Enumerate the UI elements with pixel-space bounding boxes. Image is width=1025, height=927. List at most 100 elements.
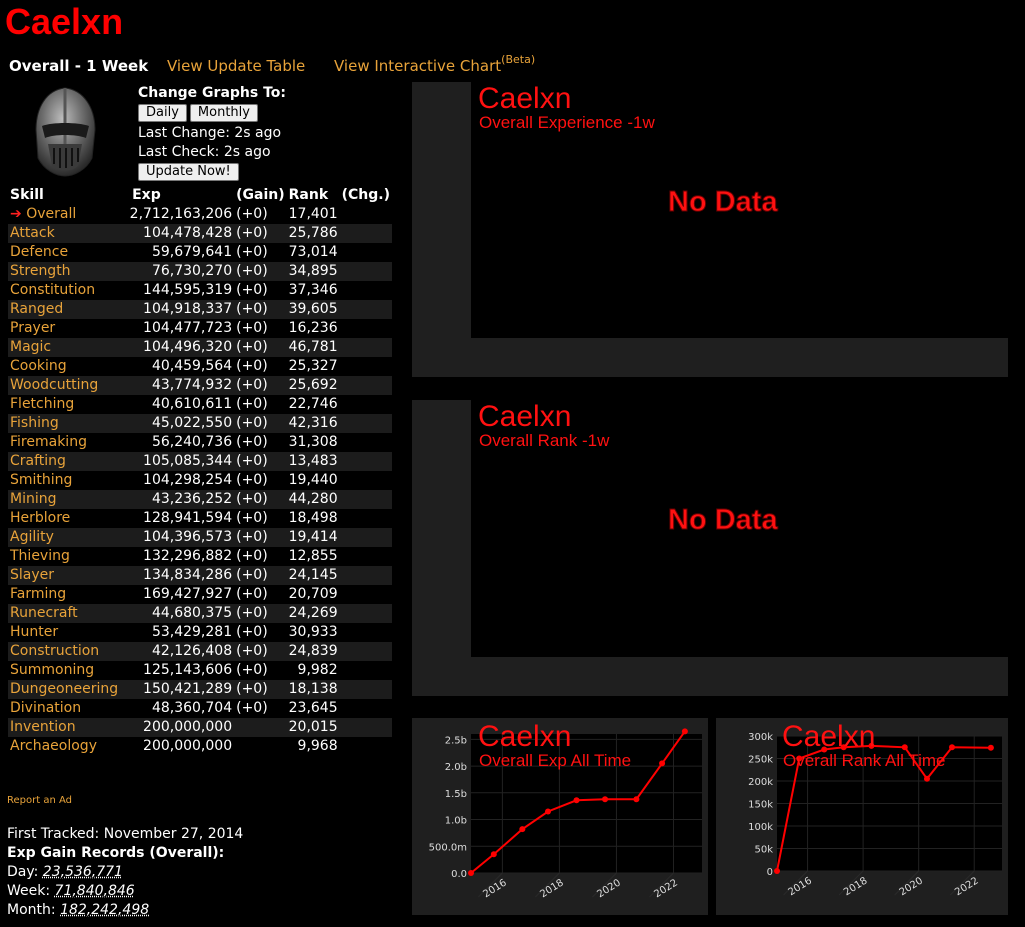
monthly-button[interactable]: Monthly [189, 104, 258, 122]
y-tick-label: 2.0b [445, 762, 467, 773]
week-record[interactable]: 71,840,846 [55, 883, 135, 899]
skills-table: Skill Exp (Gain) Rank (Chg.) ➔ Overall 2,… [8, 186, 393, 756]
skill-name-cell[interactable]: Crafting [8, 452, 121, 471]
skill-link[interactable]: Ranged [10, 301, 63, 317]
skill-name-cell[interactable]: Ranged [8, 300, 121, 319]
table-row: Slayer 134,834,286 (+0) 24,145 [8, 566, 393, 585]
skill-link[interactable]: Summoning [10, 662, 94, 678]
skill-name-cell[interactable]: Summoning [8, 661, 120, 680]
exp-cell: 40,459,564 [151, 358, 233, 374]
skill-link[interactable]: Divination [10, 700, 81, 716]
skill-link[interactable]: Strength [10, 263, 71, 279]
skill-link[interactable]: Firemaking [10, 434, 87, 450]
skill-link[interactable]: Constitution [10, 282, 95, 298]
skill-link[interactable]: Attack [10, 225, 55, 241]
skill-link[interactable]: Slayer [10, 567, 54, 583]
skill-link[interactable]: Crafting [10, 453, 66, 469]
skill-name-cell[interactable]: Smithing [8, 471, 120, 490]
skill-name-cell[interactable]: Dungeoneering [8, 680, 121, 699]
day-record[interactable]: 23,536,771 [43, 864, 123, 880]
skill-name-cell[interactable]: Magic [8, 338, 121, 357]
gain-cell: (+0) [236, 548, 268, 564]
skill-link[interactable]: Agility [10, 529, 54, 545]
rank-alltime-chart: 050k100k150k200k250k300k2016 2018 2020 2022… [748, 720, 1002, 898]
skill-name-cell[interactable]: Agility [8, 528, 121, 547]
skill-link[interactable]: Smithing [10, 472, 72, 488]
table-row: Fletching 40,610,611 (+0) 22,746 [8, 395, 392, 414]
skill-name-cell[interactable]: Constitution [8, 281, 120, 300]
skill-link[interactable]: Herblore [10, 510, 70, 526]
exp-cell: 128,941,594 [143, 510, 233, 526]
y-tick-label: 500.0m [429, 842, 467, 853]
rank-cell: 24,145 [286, 566, 340, 585]
view-update-table-link[interactable]: View Update Table [167, 57, 305, 75]
skill-name-cell[interactable]: Archaeology [8, 737, 120, 756]
exp-cell: 200,000,000 [120, 718, 235, 737]
skill-name-cell[interactable]: Thieving [8, 547, 120, 566]
skill-name-cell[interactable]: ➔ Overall [8, 205, 120, 224]
skill-link[interactable]: Fletching [10, 396, 74, 412]
report-ad-link[interactable]: Report an Ad [7, 795, 72, 806]
change-graphs-heading: Change Graphs To: [138, 85, 286, 101]
exp-cell: 132,296,882 [143, 548, 233, 564]
table-row: Divination 48,360,704 (+0) 23,645 [8, 699, 392, 718]
y-tick-label: 0.0 [451, 869, 467, 880]
skill-name-cell[interactable]: Herblore [8, 509, 120, 528]
rank-cell: 19,414 [286, 528, 340, 547]
data-point [573, 797, 580, 804]
table-row: Attack 104,478,428 (+0) 25,786 [8, 224, 393, 243]
skill-link[interactable]: Farming [10, 586, 66, 602]
y-tick-label: 2.5b [445, 735, 467, 746]
skill-link[interactable]: Defence [10, 244, 68, 260]
skill-name-cell[interactable]: Woodcutting [8, 376, 121, 395]
gain-cell: (+0) [234, 414, 287, 433]
skill-link[interactable]: Thieving [10, 548, 70, 564]
chg-cell [339, 224, 393, 243]
skill-link[interactable]: Cooking [10, 358, 67, 374]
skill-name-cell[interactable]: Prayer [8, 319, 120, 338]
skill-name-cell[interactable]: Fishing [8, 414, 121, 433]
skill-name-cell[interactable]: Divination [8, 699, 120, 718]
skill-link[interactable]: Dungeoneering [10, 681, 118, 697]
skill-name-cell[interactable]: Hunter [8, 623, 120, 642]
exp-week-no-data: No Data [668, 186, 779, 219]
last-change: Last Change: 2s ago [138, 125, 282, 141]
skill-name-cell[interactable]: Farming [8, 585, 120, 604]
skill-name-cell[interactable]: Invention [8, 718, 121, 737]
skill-link[interactable]: Hunter [10, 624, 58, 640]
skill-name-cell[interactable]: Firemaking [8, 433, 120, 452]
exp-cell: 144,595,319 [143, 282, 233, 298]
month-record[interactable]: 182,242,498 [60, 902, 149, 918]
skill-name-cell[interactable]: Fletching [8, 395, 120, 414]
skill-name-cell[interactable]: Attack [8, 224, 121, 243]
rank-cell: 73,014 [288, 244, 338, 260]
daily-button[interactable]: Daily [138, 104, 187, 122]
skill-link[interactable]: Archaeology [10, 738, 97, 754]
table-row: Mining 43,236,252 (+0) 44,280 [8, 490, 393, 509]
skill-link[interactable]: Construction [10, 643, 99, 659]
skill-link[interactable]: Fishing [10, 415, 59, 431]
skill-link[interactable]: Prayer [10, 320, 55, 336]
skill-name-cell[interactable]: Mining [8, 490, 121, 509]
rank-cell: 20,015 [286, 718, 340, 737]
records-heading: Exp Gain Records (Overall): [7, 845, 225, 861]
chg-cell [339, 338, 393, 357]
skill-name-cell[interactable]: Strength [8, 262, 121, 281]
skill-link[interactable]: Overall [26, 206, 76, 222]
data-point [545, 808, 551, 815]
skill-link[interactable]: Invention [10, 719, 76, 735]
gain-cell: (+0) [234, 224, 287, 243]
gain-cell [234, 718, 287, 737]
skill-link[interactable]: Runecraft [10, 605, 78, 621]
view-interactive-chart-link[interactable]: View Interactive Chart(Beta) [334, 53, 535, 75]
skill-name-cell[interactable]: Cooking [8, 357, 120, 376]
skill-link[interactable]: Woodcutting [10, 377, 98, 393]
gain-cell: (+0) [234, 376, 287, 395]
skill-name-cell[interactable]: Defence [8, 243, 120, 262]
skill-link[interactable]: Magic [10, 339, 51, 355]
skill-name-cell[interactable]: Runecraft [8, 604, 121, 623]
skill-name-cell[interactable]: Slayer [8, 566, 121, 585]
skill-name-cell[interactable]: Construction [8, 642, 121, 661]
update-now-button[interactable]: Update Now! [138, 163, 239, 181]
skill-link[interactable]: Mining [10, 491, 57, 507]
